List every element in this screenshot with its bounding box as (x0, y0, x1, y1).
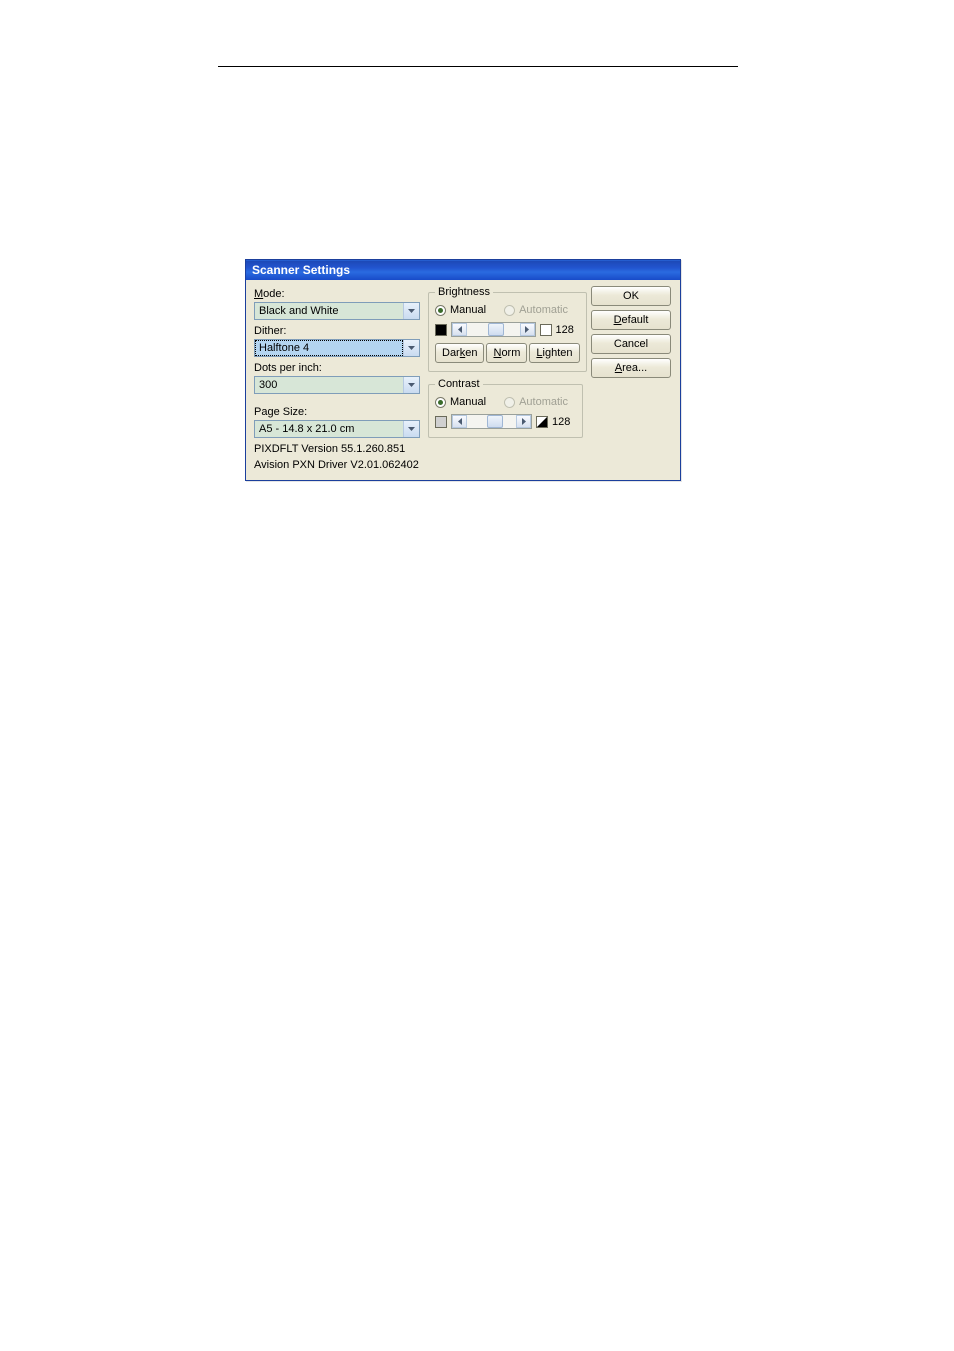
dialog-client-area: Mode: Black and White Dither: Halftone 4… (246, 280, 680, 480)
arrow-left-icon[interactable] (452, 415, 467, 428)
page-size-dropdown[interactable]: A5 - 14.8 x 21.0 cm (254, 420, 420, 438)
chevron-down-icon[interactable] (403, 421, 419, 437)
brightness-legend: Brightness (435, 286, 493, 298)
dpi-dropdown[interactable]: 300 (254, 376, 420, 394)
arrow-right-icon[interactable] (520, 323, 535, 336)
radio-icon (435, 305, 446, 316)
window-title: Scanner Settings (252, 263, 350, 277)
chevron-down-icon[interactable] (403, 340, 419, 356)
contrast-manual-label: Manual (450, 396, 486, 408)
brightness-group: Brightness Manual Automatic (428, 286, 587, 372)
scanner-settings-dialog: Scanner Settings Mode: Black and White D… (245, 259, 681, 481)
contrast-radio-row: Manual Automatic (435, 396, 576, 408)
brightness-radio-row: Manual Automatic (435, 304, 580, 316)
cancel-button[interactable]: Cancel (591, 334, 671, 354)
contrast-slider[interactable] (451, 414, 532, 429)
contrast-legend: Contrast (435, 378, 483, 390)
area-button[interactable]: Area... (591, 358, 671, 378)
arrow-right-icon[interactable] (516, 415, 531, 428)
lowcontrast-swatch-icon (435, 416, 447, 428)
brightness-slider[interactable] (451, 322, 536, 337)
brightness-manual-radio[interactable]: Manual (435, 304, 486, 316)
page-size-value: A5 - 14.8 x 21.0 cm (255, 421, 403, 437)
radio-icon (435, 397, 446, 408)
contrast-group: Contrast Manual Automatic (428, 378, 583, 438)
brightness-automatic-radio: Automatic (504, 304, 568, 316)
slider-thumb[interactable] (488, 323, 504, 336)
brightness-value: 128 (556, 324, 580, 336)
left-column: Mode: Black and White Dither: Halftone 4… (254, 286, 420, 472)
middle-column: Brightness Manual Automatic (428, 286, 583, 438)
mode-dropdown[interactable]: Black and White (254, 302, 420, 320)
page-size-label: Page Size: (254, 406, 420, 418)
contrast-automatic-radio: Automatic (504, 396, 568, 408)
contrast-value: 128 (552, 416, 576, 428)
default-button[interactable]: Default (591, 310, 671, 330)
chevron-down-icon[interactable] (403, 377, 419, 393)
chevron-down-icon[interactable] (403, 303, 419, 319)
slider-thumb[interactable] (487, 415, 503, 428)
brightness-manual-label: Manual (450, 304, 486, 316)
contrast-automatic-label: Automatic (519, 396, 568, 408)
slider-track[interactable] (467, 323, 520, 336)
radio-icon (504, 397, 515, 408)
ok-button[interactable]: OK (591, 286, 671, 306)
version-line-1: PIXDFLT Version 55.1.260.851 (254, 443, 420, 456)
titlebar[interactable]: Scanner Settings (246, 260, 680, 280)
dither-dropdown[interactable]: Halftone 4 (254, 339, 420, 357)
dpi-label: Dots per inch: (254, 362, 420, 374)
lighten-button[interactable]: Lighten (529, 343, 579, 363)
light-swatch-icon (540, 324, 552, 336)
brightness-slider-row: 128 (435, 322, 580, 337)
dark-swatch-icon (435, 324, 447, 336)
page-divider (218, 66, 738, 67)
right-button-column: OK Default Cancel Area... (591, 286, 671, 378)
dpi-value: 300 (255, 377, 403, 393)
slider-track[interactable] (467, 415, 516, 428)
version-line-2: Avision PXN Driver V2.01.062402 (254, 459, 420, 472)
dither-label: Dither: (254, 325, 420, 337)
norm-button[interactable]: Norm (486, 343, 527, 363)
brightness-preset-row: Darken Norm Lighten (435, 343, 580, 363)
mode-value: Black and White (255, 303, 403, 319)
arrow-left-icon[interactable] (452, 323, 467, 336)
highcontrast-swatch-icon (536, 416, 548, 428)
contrast-slider-row: 128 (435, 414, 576, 429)
darken-button[interactable]: Darken (435, 343, 484, 363)
mode-label: Mode: (254, 288, 420, 300)
radio-icon (504, 305, 515, 316)
brightness-automatic-label: Automatic (519, 304, 568, 316)
dither-value: Halftone 4 (255, 340, 403, 356)
contrast-manual-radio[interactable]: Manual (435, 396, 486, 408)
